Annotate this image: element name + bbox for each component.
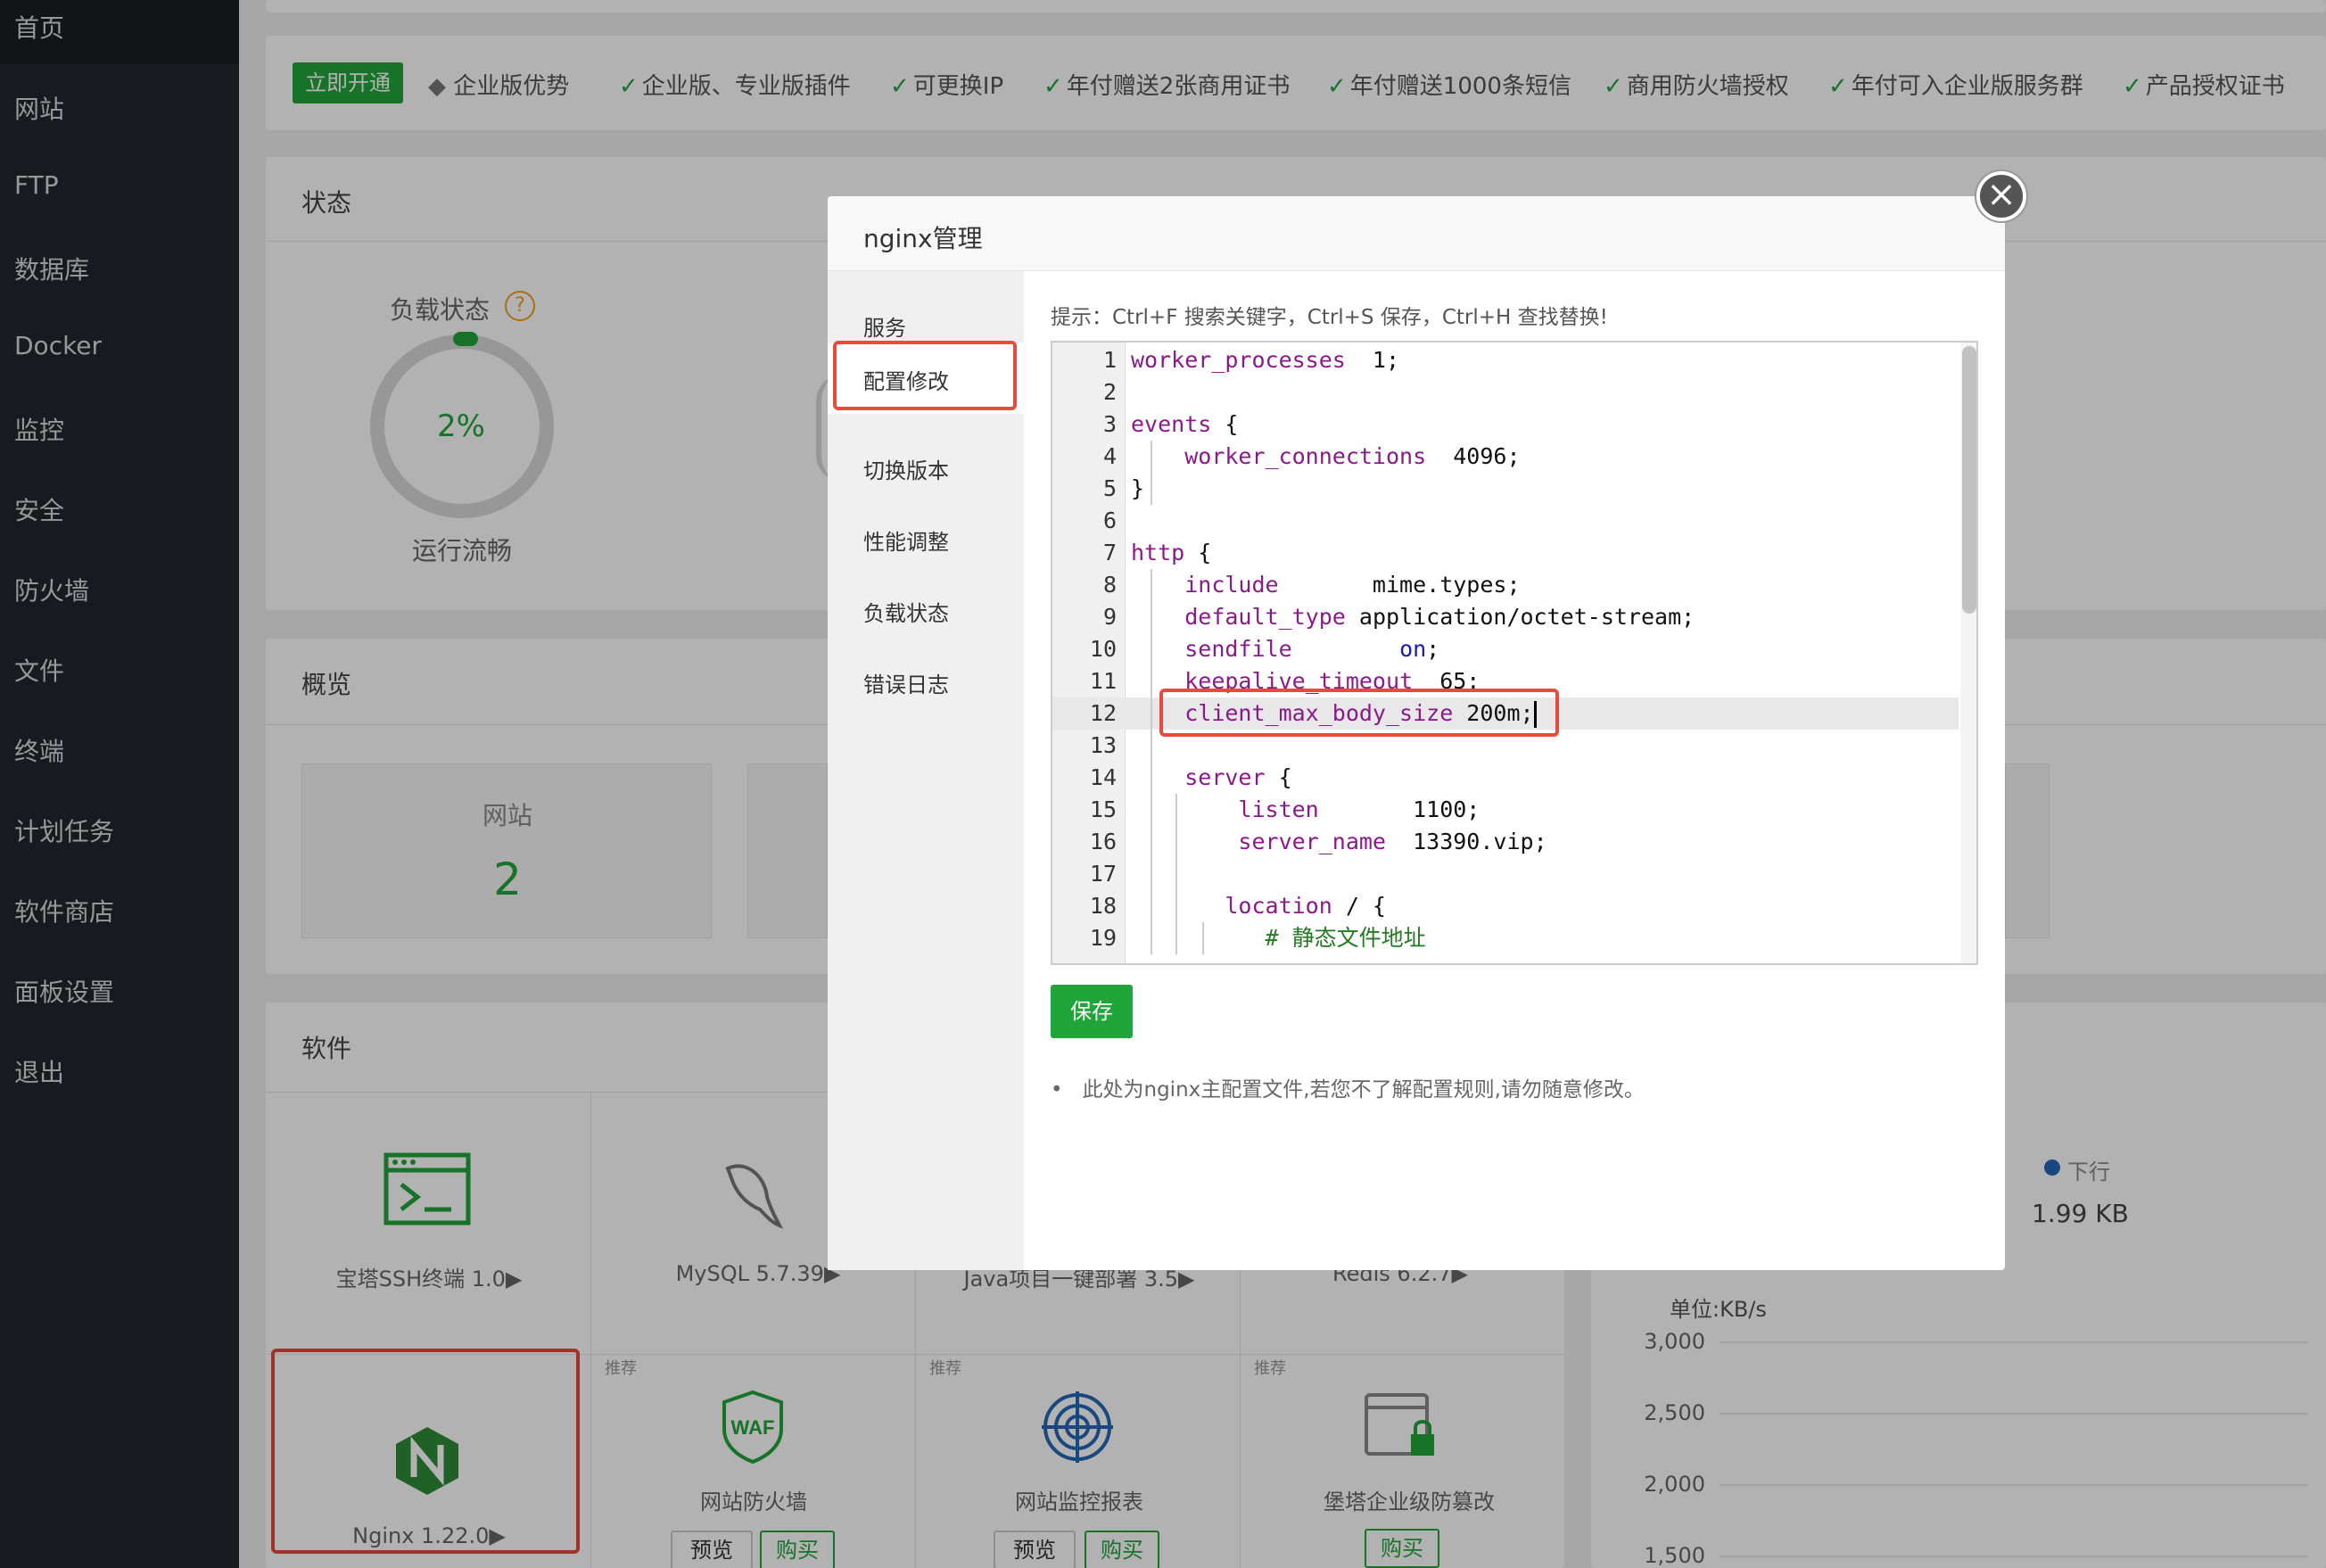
code-text: worker_connections 4096; xyxy=(1184,443,1521,469)
line-number: 6 xyxy=(1102,508,1117,533)
code-text: } xyxy=(1131,475,1145,501)
indent-guide xyxy=(1175,794,1177,954)
code-line[interactable]: 14 server { xyxy=(1052,762,1959,794)
save-button[interactable]: 保存 xyxy=(1051,985,1133,1038)
code-text: listen 1100; xyxy=(1238,796,1481,822)
nav-load-status[interactable]: 负载状态 xyxy=(863,596,949,627)
line-number: 5 xyxy=(1102,475,1117,501)
code-line[interactable]: 18 location / { xyxy=(1052,890,1959,922)
code-line[interactable]: 9 default_type application/octet-stream; xyxy=(1052,601,1959,633)
line-number: 14 xyxy=(1089,764,1117,790)
line-number: 2 xyxy=(1102,379,1117,405)
code-line[interactable]: 7 http { xyxy=(1052,537,1959,569)
code-text: default_type application/octet-stream; xyxy=(1184,604,1695,630)
line-number: 4 xyxy=(1102,443,1117,469)
code-line[interactable]: 6 xyxy=(1052,505,1959,537)
code-editor[interactable]: 1 worker_processes 1; 2 3 events { 4 worker_c… xyxy=(1051,341,1978,965)
code-text: http { xyxy=(1131,540,1212,565)
code-text: sendfile on; xyxy=(1184,636,1440,662)
code-text: worker_processes 1; xyxy=(1131,347,1400,373)
nav-error-log[interactable]: 错误日志 xyxy=(863,667,949,698)
code-line[interactable]: 10 sendfile on; xyxy=(1052,633,1959,665)
indent-guide xyxy=(1151,441,1152,505)
code-text: include mime.types; xyxy=(1184,572,1521,598)
code-text: server_name 13390.vip; xyxy=(1238,829,1547,854)
code-text: events { xyxy=(1131,411,1239,437)
config-edit-highlight xyxy=(833,341,1017,410)
modal-nav: 服务 配置修改 切换版本 性能调整 负载状态 错误日志 xyxy=(828,271,1024,1270)
indent-guide xyxy=(1202,922,1204,954)
config-line-highlight xyxy=(1159,689,1559,737)
code-line[interactable]: 3 events { xyxy=(1052,409,1959,441)
line-number: 19 xyxy=(1089,925,1117,951)
config-note: • 此处为nginx主配置文件,若您不了解配置规则,请勿随意修改。 xyxy=(1051,1078,1645,1102)
code-text: server { xyxy=(1184,764,1292,790)
code-line[interactable]: 15 listen 1100; xyxy=(1052,794,1959,826)
code-line[interactable]: 2 xyxy=(1052,376,1959,409)
line-number: 10 xyxy=(1089,636,1117,662)
code-text: location / { xyxy=(1225,893,1386,919)
line-number: 1 xyxy=(1102,347,1117,373)
code-line[interactable]: 1 worker_processes 1; xyxy=(1052,344,1959,376)
code-line[interactable]: 19 # 静态文件地址 xyxy=(1052,922,1959,954)
modal-header: nginx管理 xyxy=(828,196,2005,271)
line-number: 13 xyxy=(1089,732,1117,758)
code-line[interactable]: 17 xyxy=(1052,858,1959,890)
code-line[interactable]: 5} xyxy=(1052,473,1959,505)
line-number: 9 xyxy=(1102,604,1117,630)
modal-title: nginx管理 xyxy=(863,224,983,253)
code-line[interactable]: 16 server_name 13390.vip; xyxy=(1052,826,1959,858)
line-number: 16 xyxy=(1089,829,1117,854)
line-number: 17 xyxy=(1089,861,1117,887)
editor-tip: 提示：Ctrl+F 搜索关键字，Ctrl+S 保存，Ctrl+H 查找替换! xyxy=(1051,306,1608,329)
editor-scrollbar[interactable] xyxy=(1960,342,1976,963)
line-number: 11 xyxy=(1089,668,1117,694)
scroll-thumb[interactable] xyxy=(1962,346,1976,614)
code-line[interactable]: 8 include mime.types; xyxy=(1052,569,1959,601)
indent-guide xyxy=(1151,569,1152,954)
line-number: 3 xyxy=(1102,411,1117,437)
line-number: 18 xyxy=(1089,893,1117,919)
line-number: 8 xyxy=(1102,572,1117,598)
line-number: 15 xyxy=(1089,796,1117,822)
line-number: 7 xyxy=(1102,540,1117,565)
nav-switch-version[interactable]: 切换版本 xyxy=(863,453,949,484)
close-icon[interactable]: × xyxy=(1976,171,2026,221)
line-number: 12 xyxy=(1089,700,1117,726)
nav-performance[interactable]: 性能调整 xyxy=(863,524,949,556)
nav-service[interactable]: 服务 xyxy=(863,310,906,342)
code-line[interactable]: 4 worker_connections 4096; xyxy=(1052,441,1959,473)
